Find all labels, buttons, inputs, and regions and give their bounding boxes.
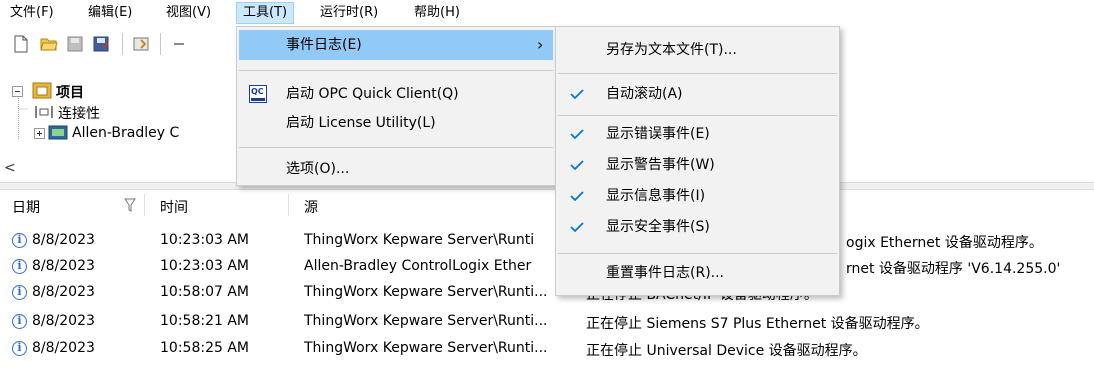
menu-item-reset-event-log[interactable]: 重置事件日志(R)...: [606, 259, 724, 287]
tree-item-channel[interactable]: Allen-Bradley C: [72, 125, 179, 141]
menu-item-options[interactable]: 选项(O)...: [286, 155, 349, 183]
column-date[interactable]: 日期: [12, 197, 40, 217]
menu-item-opc-quick-client[interactable]: 启动 OPC Quick Client(Q): [286, 80, 459, 108]
save-icon[interactable]: [66, 35, 84, 53]
expand-toggle-icon[interactable]: [34, 128, 45, 139]
menu-help[interactable]: 帮助(H): [408, 3, 466, 23]
toolbar-separator: [160, 33, 161, 55]
menu-item-show-errors[interactable]: 显示错误事件(E): [606, 120, 710, 148]
project-tree: 项目 连接性 Allen-Bradley C <: [0, 70, 260, 180]
menu-view[interactable]: 视图(V): [160, 3, 217, 23]
event-log-submenu: 另存为文本文件(T)... 自动滚动(A) 显示错误事件(E) 显示警告事件(W…: [555, 26, 840, 296]
menu-item-show-warnings[interactable]: 显示警告事件(W): [606, 151, 715, 179]
row-time: 10:58:21 AM: [160, 313, 249, 329]
row-time: 10:23:03 AM: [160, 258, 249, 274]
info-icon: i: [12, 341, 27, 356]
menu-item-save-as-text[interactable]: 另存为文本文件(T)...: [606, 36, 737, 64]
row-event: 正在停止 Universal Device 设备驱动程序。: [586, 343, 867, 359]
row-time: 10:58:07 AM: [160, 284, 249, 300]
opc-quick-client-icon: QC: [249, 85, 267, 103]
table-row[interactable]: i 8/8/2023 10:23:03 AM Allen-Bradley Con…: [0, 255, 1094, 280]
column-divider[interactable]: [144, 194, 145, 216]
table-row[interactable]: i 8/8/2023 10:58:07 AM ThingWorx Kepware…: [0, 281, 1094, 306]
row-source: Allen-Bradley ControlLogix Ether: [304, 258, 532, 274]
checkmark-icon: [570, 160, 584, 170]
menu-item-license-utility[interactable]: 启动 License Utility(L): [286, 109, 436, 137]
row-source: ThingWorx Kepware Server\Runti...: [304, 313, 548, 329]
checkmark-icon: [570, 222, 584, 232]
menu-separator: [558, 73, 837, 74]
connectivity-icon: [35, 106, 53, 118]
info-icon: i: [12, 259, 27, 274]
column-time[interactable]: 时间: [160, 197, 188, 217]
open-folder-icon[interactable]: [40, 35, 58, 53]
row-date: 8/8/2023: [32, 340, 95, 356]
checkmark-icon: [570, 89, 584, 99]
save-as-icon[interactable]: [92, 35, 110, 53]
column-divider[interactable]: [288, 194, 289, 216]
new-file-icon[interactable]: [12, 35, 30, 53]
menu-bar: 文件(F) 编辑(E) 视图(V) 工具(T) 运行时(R) 帮助(H): [0, 0, 1094, 24]
event-log-header: 日期 时间 源: [0, 192, 1094, 220]
menu-edit[interactable]: 编辑(E): [82, 3, 138, 23]
menu-item-show-info[interactable]: 显示信息事件(I): [606, 182, 705, 210]
row-time: 10:23:03 AM: [160, 232, 249, 248]
submenu-arrow-icon: ›: [537, 35, 544, 54]
toolbar-separator: [122, 33, 123, 55]
menu-runtime[interactable]: 运行时(R): [314, 3, 384, 23]
row-event: ogix Ethernet 设备驱动程序。: [846, 235, 1043, 251]
row-event: 正在停止 Siemens S7 Plus Ethernet 设备驱动程序。: [586, 316, 929, 332]
row-date: 8/8/2023: [32, 232, 95, 248]
properties-icon[interactable]: [132, 35, 150, 53]
menu-separator: [239, 147, 553, 148]
project-folder-icon: [32, 82, 52, 99]
collapse-toggle-icon[interactable]: [12, 86, 23, 97]
row-date: 8/8/2023: [32, 313, 95, 329]
menu-tools[interactable]: 工具(T): [236, 2, 295, 24]
menu-separator: [558, 115, 837, 116]
menu-item-auto-scroll[interactable]: 自动滚动(A): [606, 80, 683, 108]
row-date: 8/8/2023: [32, 284, 95, 300]
table-row[interactable]: i 8/8/2023 10:58:21 AM ThingWorx Kepware…: [0, 310, 1094, 335]
tools-menu: 事件日志(E) › QC 启动 OPC Quick Client(Q) 启动 L…: [236, 26, 556, 186]
checkmark-icon: [570, 129, 584, 139]
channel-icon: [48, 125, 68, 140]
menu-separator: [239, 70, 553, 71]
info-icon: i: [12, 233, 27, 248]
filter-icon[interactable]: [124, 198, 136, 212]
menu-file[interactable]: 文件(F): [4, 3, 60, 23]
checkmark-icon: [570, 191, 584, 201]
opc-icon-text: QC: [251, 87, 264, 96]
tree-item-connectivity[interactable]: 连接性: [58, 103, 100, 123]
table-row[interactable]: i 8/8/2023 10:23:03 AM ThingWorx Kepware…: [0, 229, 1094, 254]
row-time: 10:58:25 AM: [160, 340, 249, 356]
row-event: rnet 设备驱动程序 'V6.14.255.0': [846, 261, 1061, 277]
row-source: ThingWorx Kepware Server\Runti...: [304, 284, 548, 300]
column-source[interactable]: 源: [304, 197, 318, 217]
info-icon: i: [12, 314, 27, 329]
row-source: ThingWorx Kepware Server\Runti...: [304, 340, 548, 356]
scroll-left-arrow[interactable]: <: [4, 160, 16, 176]
row-date: 8/8/2023: [32, 258, 95, 274]
opc-icon-bar: [251, 98, 265, 101]
menu-item-show-security[interactable]: 显示安全事件(S): [606, 213, 710, 241]
menu-item-event-log[interactable]: 事件日志(E): [286, 31, 362, 59]
row-source: ThingWorx Kepware Server\Runti: [304, 232, 535, 248]
tree-item-project[interactable]: 项目: [56, 82, 84, 102]
table-row[interactable]: i 8/8/2023 10:58:25 AM ThingWorx Kepware…: [0, 337, 1094, 362]
toolbar-partial-icon[interactable]: [172, 35, 190, 53]
menu-separator: [558, 253, 837, 254]
info-icon: i: [12, 285, 27, 300]
